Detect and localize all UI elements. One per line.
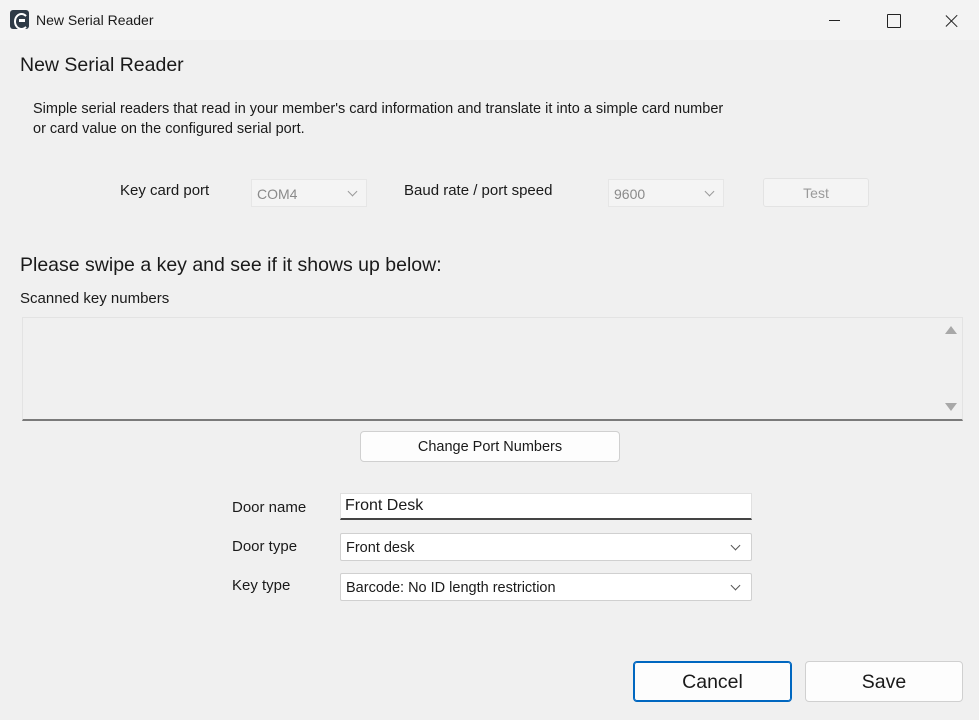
save-button[interactable]: Save — [805, 661, 963, 702]
close-icon[interactable] — [928, 4, 974, 36]
chevron-down-icon — [730, 540, 741, 551]
key-type-label: Key type — [232, 577, 291, 594]
chevron-down-icon — [704, 186, 715, 197]
scanned-keys-textarea[interactable] — [22, 317, 963, 421]
door-type-label: Door type — [232, 538, 298, 555]
door-name-label: Door name — [232, 499, 307, 516]
dialog-heading: New Serial Reader — [20, 54, 184, 76]
baud-rate-value: 9600 — [614, 186, 646, 202]
test-button[interactable]: Test — [763, 178, 869, 207]
window-title: New Serial Reader — [36, 12, 154, 28]
description-line-1: Simple serial readers that read in your … — [33, 101, 724, 117]
key-card-port-label: Key card port — [120, 182, 210, 199]
chevron-down-icon — [730, 580, 741, 591]
scroll-up-icon[interactable] — [945, 326, 957, 334]
app-logo-icon — [10, 10, 29, 30]
swipe-prompt: Please swipe a key and see if it shows u… — [20, 254, 442, 276]
cancel-button[interactable]: Cancel — [633, 661, 792, 702]
change-port-numbers-button[interactable]: Change Port Numbers — [360, 431, 620, 462]
door-type-value: Front desk — [346, 540, 415, 556]
baud-rate-label: Baud rate / port speed — [404, 182, 553, 199]
title-bar: New Serial Reader — [0, 0, 979, 40]
dialog-description: Simple serial readers that read in your … — [33, 99, 833, 139]
description-line-2: or card value on the configured serial p… — [33, 121, 305, 137]
chevron-down-icon — [347, 186, 358, 197]
scroll-down-icon[interactable] — [945, 403, 957, 411]
scanned-keys-label: Scanned key numbers — [20, 290, 170, 307]
scrollbar[interactable] — [940, 318, 962, 419]
key-card-port-select[interactable]: COM4 — [251, 179, 367, 207]
key-type-select[interactable]: Barcode: No ID length restriction — [340, 573, 752, 601]
door-type-select[interactable]: Front desk — [340, 533, 752, 561]
door-name-input[interactable]: Front Desk — [340, 493, 752, 520]
baud-rate-select[interactable]: 9600 — [608, 179, 724, 207]
minimize-icon[interactable] — [812, 4, 858, 36]
maximize-icon[interactable] — [870, 4, 916, 36]
key-card-port-value: COM4 — [257, 186, 298, 202]
key-type-value: Barcode: No ID length restriction — [346, 580, 556, 596]
